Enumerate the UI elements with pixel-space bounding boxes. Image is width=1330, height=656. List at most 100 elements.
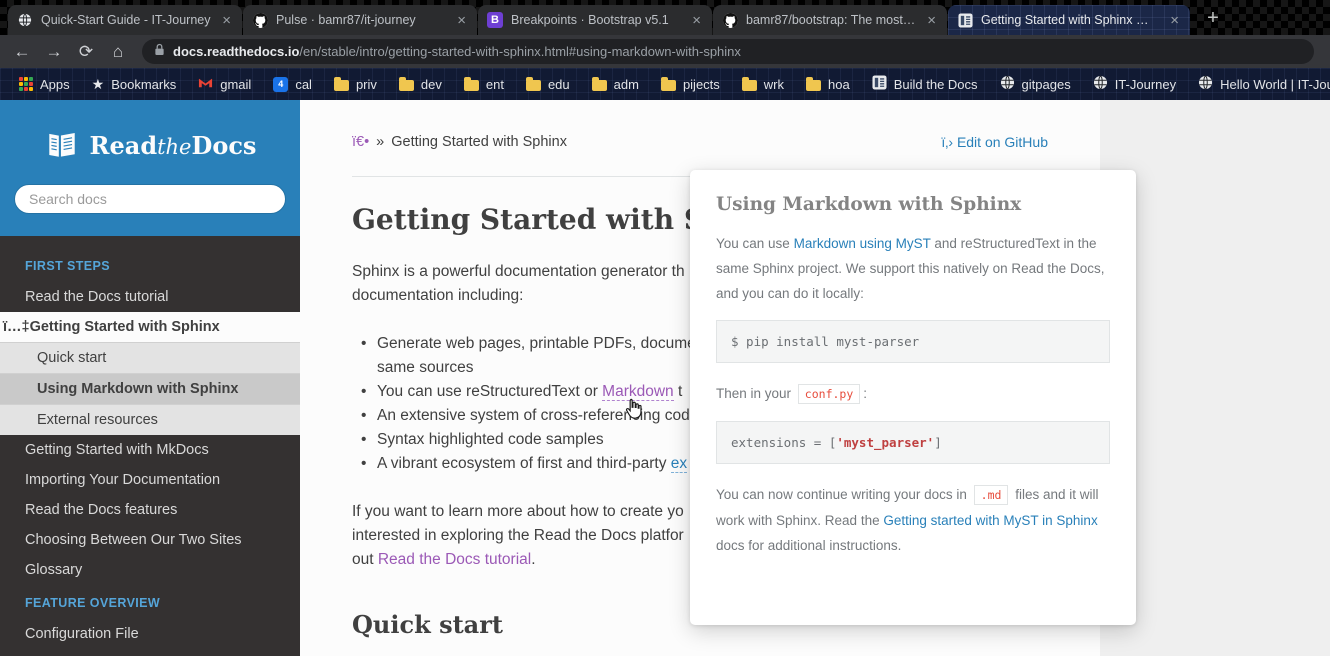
forward-button[interactable]: →: [40, 38, 68, 66]
bookmark-folder-priv[interactable]: priv: [325, 74, 386, 95]
tab-bootstrap-breakpoints[interactable]: B Breakpoints · Bootstrap v5.1 ×: [478, 5, 712, 35]
bookmark-cal[interactable]: 4 cal: [264, 74, 321, 95]
home-button[interactable]: ⌂: [104, 38, 132, 66]
bootstrap-icon: B: [487, 12, 503, 28]
tab-title: Pulse · bamr87/it-journey: [276, 13, 416, 27]
browser-window: Quick-Start Guide - IT-Journey × Pulse ·…: [0, 0, 1330, 656]
mouse-cursor-icon: [622, 397, 644, 421]
book-icon: [44, 128, 80, 162]
globe-icon: [1000, 75, 1015, 93]
sidebar-nav: FIRST STEPS Read the Docs tutorial ï…‡Ge…: [0, 236, 300, 649]
globe-icon: [1093, 75, 1108, 93]
breadcrumb-current: Getting Started with Sphinx: [391, 134, 567, 150]
tab-getting-started-sphinx-active[interactable]: Getting Started with Sphinx — Re ×: [948, 5, 1190, 35]
apps-grid-icon: [19, 77, 33, 91]
myst-link[interactable]: Markdown using MyST: [794, 236, 931, 251]
nav-caption-first-steps: FIRST STEPS: [25, 259, 110, 273]
bookmark-it-journey[interactable]: IT-Journey: [1084, 72, 1185, 96]
tooltip-title: Using Markdown with Sphinx: [716, 194, 1022, 215]
myst-docs-link[interactable]: Getting started with MyST in Sphinx: [883, 513, 1097, 528]
bookmark-hello-world[interactable]: Hello World | IT-Jou...: [1189, 72, 1330, 96]
browser-toolbar: ← → ⟳ ⌂ docs.readthedocs.io/en/stable/in…: [0, 35, 1330, 68]
close-icon[interactable]: ×: [455, 13, 468, 28]
nav-caption-feature-overview: FEATURE OVERVIEW: [25, 596, 161, 610]
folder-icon: [463, 76, 479, 91]
sidebar-item-features[interactable]: Read the Docs features: [0, 495, 300, 525]
bookmark-folder-wrk[interactable]: wrk: [733, 74, 793, 95]
sidebar-item-quick-start[interactable]: Quick start: [0, 342, 300, 373]
url-path: /en/stable/intro/getting-started-with-sp…: [299, 44, 741, 59]
broken-icon-glyph: ï…‡: [3, 319, 30, 335]
bookmark-folder-hoa[interactable]: hoa: [797, 74, 859, 95]
bookmark-gmail[interactable]: gmail: [189, 72, 260, 96]
search-input[interactable]: [14, 184, 286, 214]
bookmark-folder-edu[interactable]: edu: [517, 74, 579, 95]
extensions-link[interactable]: ex: [670, 455, 688, 473]
close-icon[interactable]: ×: [925, 13, 938, 28]
tooltip-paragraph: You can use Markdown using MyST and reSt…: [716, 236, 1105, 301]
sidebar-item-glossary[interactable]: Glossary: [0, 555, 300, 585]
sidebar-item-tutorial[interactable]: Read the Docs tutorial: [0, 282, 300, 312]
github-glyph-icon: ï‚›: [941, 134, 954, 150]
bookmark-folder-pijects[interactable]: pijects: [652, 74, 729, 95]
sidebar-item-configuration-file[interactable]: Configuration File: [0, 619, 300, 649]
bookmark-bookmarks[interactable]: ★ Bookmarks: [83, 73, 186, 96]
address-bar[interactable]: docs.readthedocs.io/en/stable/intro/gett…: [142, 39, 1314, 64]
folder-icon: [806, 76, 822, 91]
close-icon[interactable]: ×: [1168, 13, 1181, 28]
new-tab-button[interactable]: +: [1199, 4, 1227, 32]
sidebar-item-using-markdown[interactable]: Using Markdown with Sphinx: [0, 373, 300, 404]
reload-button[interactable]: ⟳: [72, 38, 100, 66]
sidebar-item-mkdocs[interactable]: Getting Started with MkDocs: [0, 435, 300, 465]
sidebar-header: ReadtheDocs: [0, 100, 300, 236]
bookmark-gitpages[interactable]: gitpages: [991, 72, 1080, 96]
tab-title: Quick-Start Guide - IT-Journey: [41, 13, 211, 27]
tab-pulse-it-journey[interactable]: Pulse · bamr87/it-journey ×: [243, 5, 477, 35]
md-inline-code: .md: [973, 485, 1009, 505]
sidebar-item-choosing[interactable]: Choosing Between Our Two Sites: [0, 525, 300, 555]
close-icon[interactable]: ×: [690, 13, 703, 28]
folder-icon: [525, 76, 541, 91]
bookmarks-bar: Apps ★ Bookmarks gmail 4 cal priv dev en…: [0, 68, 1330, 100]
folder-icon: [591, 76, 607, 91]
globe-icon: [1198, 75, 1213, 93]
close-icon[interactable]: ×: [220, 13, 233, 28]
readthedocs-icon: [872, 75, 887, 93]
bookmark-folder-adm[interactable]: adm: [583, 74, 648, 95]
edit-on-github-link[interactable]: ï‚› Edit on GitHub: [941, 134, 1048, 150]
readthedocs-logo[interactable]: ReadtheDocs: [0, 128, 300, 162]
sidebar-item-getting-started-sphinx[interactable]: ï…‡Getting Started with Sphinx: [0, 312, 300, 342]
sidebar-item-external-resources[interactable]: External resources: [0, 404, 300, 435]
tab-bootstrap-repo[interactable]: bamr87/bootstrap: The most pop ×: [713, 5, 947, 35]
url-domain: docs.readthedocs.io: [173, 44, 300, 59]
tooltip-paragraph: You can now continue writing your docs i…: [716, 485, 1099, 553]
github-icon: [722, 12, 738, 28]
home-icon[interactable]: ï€•: [352, 134, 369, 150]
bookmark-folder-ent[interactable]: ent: [455, 74, 513, 95]
folder-icon: [660, 76, 676, 91]
code-block-pip-install: $ pip install myst-parser: [716, 320, 1110, 363]
back-button[interactable]: ←: [8, 38, 36, 66]
lock-icon: [154, 43, 165, 61]
bookmark-build-the-docs[interactable]: Build the Docs: [863, 72, 987, 96]
readthedocs-icon: [957, 12, 973, 28]
github-icon: [252, 12, 268, 28]
folder-icon: [741, 76, 757, 91]
tab-strip: Quick-Start Guide - IT-Journey × Pulse ·…: [0, 0, 1330, 35]
apps-button[interactable]: Apps: [10, 74, 79, 95]
page-viewport: ReadtheDocs FIRST STEPS Read the Docs tu…: [0, 100, 1330, 656]
code-block-extensions: extensions = ['myst_parser']: [716, 421, 1110, 464]
tab-title: Getting Started with Sphinx — Re: [981, 13, 1161, 27]
tab-title: bamr87/bootstrap: The most pop: [746, 13, 918, 27]
bookmark-folder-dev[interactable]: dev: [390, 74, 451, 95]
conf-py-inline-code: conf.py: [797, 384, 861, 404]
calendar-icon: 4: [273, 76, 289, 92]
globe-icon: [17, 12, 33, 28]
tutorial-link[interactable]: Read the Docs tutorial: [378, 551, 531, 568]
folder-icon: [398, 76, 414, 91]
docs-sidebar: ReadtheDocs FIRST STEPS Read the Docs tu…: [0, 100, 300, 656]
star-icon: ★: [91, 75, 105, 92]
sidebar-item-importing[interactable]: Importing Your Documentation: [0, 465, 300, 495]
breadcrumb: ï€• » Getting Started with Sphinx ï‚› Ed…: [352, 134, 1048, 150]
tab-quick-start-guide[interactable]: Quick-Start Guide - IT-Journey ×: [8, 5, 242, 35]
